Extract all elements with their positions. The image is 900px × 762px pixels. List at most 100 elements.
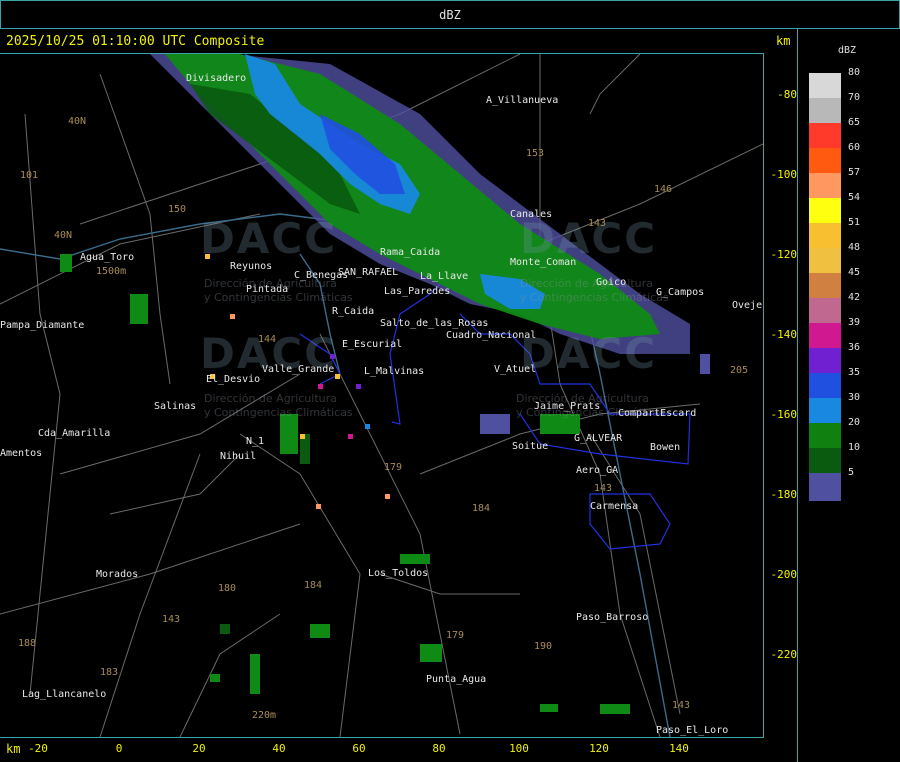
- watermark-logo-4: DACC: [520, 329, 658, 378]
- place-label: Jaime_Prats: [534, 401, 601, 412]
- legend-label: 65: [848, 117, 861, 128]
- place-label: Punta_Agua: [426, 674, 487, 685]
- route-number: 179: [384, 462, 403, 473]
- km-unit-bottom: km: [6, 742, 21, 756]
- x-tick: 0: [115, 742, 123, 755]
- legend-label: 30: [848, 392, 861, 403]
- route-number: 190: [534, 641, 553, 652]
- place-label: Divisadero: [186, 73, 247, 84]
- radar-cell: [220, 624, 230, 634]
- radar-pixel: [348, 434, 353, 439]
- place-label: N_1: [246, 436, 265, 447]
- y-tick: -180: [770, 488, 798, 501]
- place-label: E_Escurial: [342, 339, 403, 350]
- route-number: 188: [18, 638, 37, 649]
- place-label: Amentos: [0, 448, 43, 459]
- legend-swatch: [809, 323, 841, 348]
- legend-swatch: [809, 423, 841, 448]
- legend-swatch: [809, 473, 841, 501]
- y-tick: -220: [770, 648, 798, 661]
- legend-swatch: [809, 148, 841, 173]
- watermark-logo-1: DACC: [200, 214, 338, 263]
- km-unit-top: km: [776, 34, 791, 48]
- x-tick: -20: [28, 742, 48, 755]
- place-label: Cda_Amarilla: [38, 428, 111, 439]
- route-number: 101: [20, 170, 39, 181]
- watermark-line2-c: y Contingencias Climáticas: [204, 406, 353, 419]
- legend-label: 70: [848, 92, 861, 103]
- x-tick: 100: [509, 742, 529, 755]
- legend-label: 45: [848, 267, 861, 278]
- watermark-line1-b: Dirección de Agricultura: [520, 277, 653, 290]
- place-label: Las_Paredes: [384, 286, 451, 297]
- legend-label: 48: [848, 242, 861, 253]
- legend-swatch: [809, 98, 841, 123]
- route-number: 153: [526, 148, 545, 159]
- route-number: 1500m: [96, 266, 127, 277]
- place-label: Aero_GA: [576, 465, 619, 476]
- place-label: Goico: [596, 277, 627, 288]
- legend-swatch: [809, 298, 841, 323]
- legend-swatch: [809, 373, 841, 398]
- legend-swatch: [809, 198, 841, 223]
- legend-label: 42: [848, 292, 861, 303]
- route-number: 146: [654, 184, 673, 195]
- y-tick: -160: [770, 408, 798, 421]
- x-tick: 20: [192, 742, 206, 755]
- place-label: Morados: [96, 569, 139, 580]
- radar-cell: [60, 254, 72, 272]
- place-label: Bowen: [650, 442, 681, 453]
- place-label: CompartEscard: [618, 408, 697, 419]
- y-tick: -200: [770, 568, 798, 581]
- legend-swatch: [809, 248, 841, 273]
- route-number: 144: [258, 334, 277, 345]
- x-tick: 140: [669, 742, 689, 755]
- route-number: 143: [162, 614, 181, 625]
- radar-cell: [480, 414, 510, 434]
- place-label: Monte_Coman: [510, 257, 577, 268]
- x-tick: 60: [352, 742, 366, 755]
- place-label: Cuadro_Nacional: [446, 330, 537, 341]
- legend-swatch: [809, 223, 841, 248]
- radar-pixel: [318, 384, 323, 389]
- radar-cell: [250, 654, 260, 694]
- watermark-line1-c: Dirección de Agricultura: [204, 392, 337, 405]
- legend-label: 57: [848, 167, 861, 178]
- place-label: Rama_Caida: [380, 247, 441, 258]
- route-number: 40N: [68, 116, 87, 127]
- place-label: Paso_Barroso: [576, 612, 649, 623]
- legend-label: 51: [848, 217, 861, 228]
- place-label: L_Malvinas: [364, 366, 425, 377]
- radar-pixel: [230, 314, 235, 319]
- radar-map[interactable]: DACC DACC DACC DACC Dirección de Agricul…: [0, 53, 764, 738]
- x-tick: 40: [272, 742, 286, 755]
- place-label: Ovejeria: [732, 300, 763, 311]
- timestamp: 2025/10/25 01:10:00 UTC Composite: [6, 34, 265, 49]
- radar-pixel: [356, 384, 361, 389]
- place-label: Valle_Grande: [262, 364, 335, 375]
- legend-label: 60: [848, 142, 861, 153]
- x-tick: 80: [432, 742, 446, 755]
- radar-cell: [400, 554, 430, 564]
- legend-label: 54: [848, 192, 861, 203]
- radar-cell: [700, 354, 710, 374]
- y-tick: -140: [770, 328, 798, 341]
- route-number: 184: [472, 503, 491, 514]
- radar-cell: [540, 704, 558, 712]
- y-tick: -100: [770, 168, 798, 181]
- legend-swatch: [809, 123, 841, 148]
- route-number: 143: [594, 483, 613, 494]
- legend-label: 80: [848, 67, 861, 78]
- legend-swatch: [809, 73, 841, 98]
- radar-cell: [130, 294, 148, 324]
- route-number: 184: [304, 580, 323, 591]
- route-number: 183: [100, 667, 119, 678]
- legend-label: 10: [848, 442, 861, 453]
- radar-pixel: [300, 434, 305, 439]
- place-label: R_Caida: [332, 306, 375, 317]
- radar-pixel: [365, 424, 370, 429]
- place-label: El_Desvio: [206, 374, 261, 385]
- route-number: 180: [218, 583, 237, 594]
- legend-label: 39: [848, 317, 861, 328]
- place-label: Salto_de_las_Rosas: [380, 318, 489, 329]
